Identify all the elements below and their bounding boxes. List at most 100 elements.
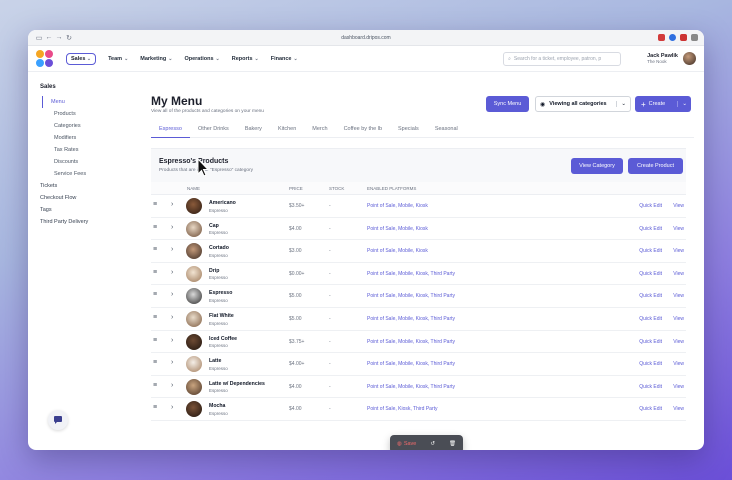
product-platforms[interactable]: Point of Sale, Mobile, Kiosk: [367, 248, 428, 254]
table-row[interactable]: ≡ › Latte w/ Dependencies Espresso $4.00 - Poi…: [151, 376, 686, 399]
sync-menu-button[interactable]: Sync Menu: [486, 96, 529, 112]
quick-edit-link[interactable]: Quick Edit: [639, 226, 662, 232]
product-platforms[interactable]: Point of Sale, Mobile, Kiosk, Third Part…: [367, 339, 455, 345]
sidebar-item-checkout-flow[interactable]: Checkout Flow: [36, 192, 132, 204]
view-link[interactable]: View: [673, 248, 684, 254]
view-category-button[interactable]: View Category: [571, 158, 623, 174]
location-selector[interactable]: Sales ⌄: [66, 52, 97, 65]
table-row[interactable]: ≡ › Cortado Espresso $3.00 - Point of Sale, Mo…: [151, 240, 686, 263]
product-platforms[interactable]: Point of Sale, Mobile, Kiosk: [367, 226, 428, 232]
extension-icon[interactable]: [658, 34, 665, 41]
trash-icon[interactable]: 🗑: [449, 441, 456, 447]
view-link[interactable]: View: [673, 384, 684, 390]
quick-edit-link[interactable]: Quick Edit: [639, 384, 662, 390]
view-link[interactable]: View: [673, 203, 684, 209]
tab-kitchen[interactable]: Kitchen: [270, 124, 304, 138]
extension-icon[interactable]: [691, 34, 698, 41]
quick-edit-link[interactable]: Quick Edit: [639, 406, 662, 412]
create-product-button[interactable]: Create Product: [628, 158, 683, 174]
tab-seasonal[interactable]: Seasonal: [427, 124, 466, 138]
drag-handle-icon[interactable]: ≡: [153, 201, 157, 208]
chevron-right-icon[interactable]: ›: [171, 201, 173, 208]
table-row[interactable]: ≡ › Espresso Espresso $5.00 - Point of Sale, M…: [151, 285, 686, 308]
address-bar[interactable]: dashboard.dripos.com: [28, 35, 704, 41]
tab-merch[interactable]: Merch: [304, 124, 335, 138]
chevron-right-icon[interactable]: ›: [171, 337, 173, 344]
table-row[interactable]: ≡ › Latte Espresso $4.00+ - Point of Sale, Mob…: [151, 353, 686, 376]
quick-edit-link[interactable]: Quick Edit: [639, 316, 662, 322]
quick-edit-link[interactable]: Quick Edit: [639, 361, 662, 367]
table-row[interactable]: ≡ › Flat White Espresso $5.00 - Point of Sale,…: [151, 308, 686, 331]
view-link[interactable]: View: [673, 339, 684, 345]
product-platforms[interactable]: Point of Sale, Mobile, Kiosk, Third Part…: [367, 293, 455, 299]
undo-icon[interactable]: ↺: [430, 441, 435, 447]
sidebar-item-third-party-delivery[interactable]: Third Party Delivery: [36, 216, 132, 228]
product-platforms[interactable]: Point of Sale, Kiosk, Third Party: [367, 406, 438, 412]
create-button[interactable]: + Create ⌄: [635, 96, 691, 112]
tab-specials[interactable]: Specials: [390, 124, 427, 138]
sidebar-item-modifiers[interactable]: Modifiers: [36, 132, 132, 144]
nav-operations[interactable]: Operations ⌄: [184, 56, 219, 62]
tab-bakery[interactable]: Bakery: [237, 124, 270, 138]
quick-edit-link[interactable]: Quick Edit: [639, 248, 662, 254]
table-row[interactable]: ≡ › Drip Espresso $0.00+ - Point of Sale, Mobi…: [151, 263, 686, 286]
drag-handle-icon[interactable]: ≡: [153, 337, 157, 344]
quick-edit-link[interactable]: Quick Edit: [639, 203, 662, 209]
extension-icon[interactable]: [669, 34, 676, 41]
sidebar-item-tax-rates[interactable]: Tax Rates: [36, 144, 132, 156]
view-link[interactable]: View: [673, 293, 684, 299]
drag-handle-icon[interactable]: ≡: [153, 359, 157, 366]
tab-other-drinks[interactable]: Other Drinks: [190, 124, 237, 138]
product-platforms[interactable]: Point of Sale, Mobile, Kiosk, Third Part…: [367, 384, 455, 390]
save-button[interactable]: ◍ Save: [397, 441, 416, 447]
chevron-right-icon[interactable]: ›: [171, 404, 173, 411]
sidebar-item-products[interactable]: Products: [36, 108, 132, 120]
sidebar-item-discounts[interactable]: Discounts: [36, 156, 132, 168]
app-logo-icon[interactable]: [36, 49, 54, 68]
sidebar-item-tickets[interactable]: Tickets: [36, 180, 132, 192]
chevron-right-icon[interactable]: ›: [171, 269, 173, 276]
chevron-right-icon[interactable]: ›: [171, 224, 173, 231]
nav-marketing[interactable]: Marketing ⌄: [140, 56, 172, 62]
view-link[interactable]: View: [673, 406, 684, 412]
drag-handle-icon[interactable]: ≡: [153, 382, 157, 389]
tab-coffee-by-the-lb[interactable]: Coffee by the lb: [336, 124, 390, 138]
quick-edit-link[interactable]: Quick Edit: [639, 271, 662, 277]
chevron-right-icon[interactable]: ›: [171, 246, 173, 253]
sidebar-item-menu[interactable]: Menu: [42, 96, 132, 108]
tab-espresso[interactable]: Espresso: [151, 124, 190, 138]
sidebar-item-tags[interactable]: Tags: [36, 204, 132, 216]
view-link[interactable]: View: [673, 271, 684, 277]
chevron-right-icon[interactable]: ›: [171, 291, 173, 298]
table-row[interactable]: ≡ › Mocha Espresso $4.00 - Point of Sale, Kios…: [151, 398, 686, 421]
table-row[interactable]: ≡ › Cap Espresso $4.00 - Point of Sale, Mobile…: [151, 218, 686, 241]
drag-handle-icon[interactable]: ≡: [153, 246, 157, 253]
table-row[interactable]: ≡ › Americano Espresso $3.50+ - Point of Sale,…: [151, 195, 686, 218]
nav-team[interactable]: Team ⌄: [108, 56, 128, 62]
nav-reports[interactable]: Reports ⌄: [232, 56, 259, 62]
drag-handle-icon[interactable]: ≡: [153, 224, 157, 231]
viewing-categories-dropdown[interactable]: ◉ Viewing all categories ⌄: [535, 96, 631, 112]
view-link[interactable]: View: [673, 316, 684, 322]
product-platforms[interactable]: Point of Sale, Mobile, Kiosk, Third Part…: [367, 271, 455, 277]
chevron-right-icon[interactable]: ›: [171, 359, 173, 366]
search-input[interactable]: ⌕ Search for a ticket, employee, patron,…: [503, 51, 622, 66]
quick-edit-link[interactable]: Quick Edit: [639, 339, 662, 345]
sidebar-item-service-fees[interactable]: Service Fees: [36, 168, 132, 180]
chevron-right-icon[interactable]: ›: [171, 314, 173, 321]
avatar[interactable]: [683, 52, 696, 65]
table-row[interactable]: ≡ › Iced Coffee Espresso $3.75+ - Point of Sal…: [151, 331, 686, 354]
product-platforms[interactable]: Point of Sale, Mobile, Kiosk, Third Part…: [367, 316, 455, 322]
view-link[interactable]: View: [673, 361, 684, 367]
nav-finance[interactable]: Finance ⌄: [271, 56, 298, 62]
sidebar-item-categories[interactable]: Categories: [36, 120, 132, 132]
quick-edit-link[interactable]: Quick Edit: [639, 293, 662, 299]
view-link[interactable]: View: [673, 226, 684, 232]
user-menu[interactable]: Jack Pawlik The Nook: [647, 52, 696, 65]
product-platforms[interactable]: Point of Sale, Mobile, Kiosk, Third Part…: [367, 361, 455, 367]
extension-icon[interactable]: [680, 34, 687, 41]
drag-handle-icon[interactable]: ≡: [153, 404, 157, 411]
chat-support-button[interactable]: [48, 410, 68, 430]
chevron-right-icon[interactable]: ›: [171, 382, 173, 389]
product-platforms[interactable]: Point of Sale, Mobile, Kiosk: [367, 203, 428, 209]
